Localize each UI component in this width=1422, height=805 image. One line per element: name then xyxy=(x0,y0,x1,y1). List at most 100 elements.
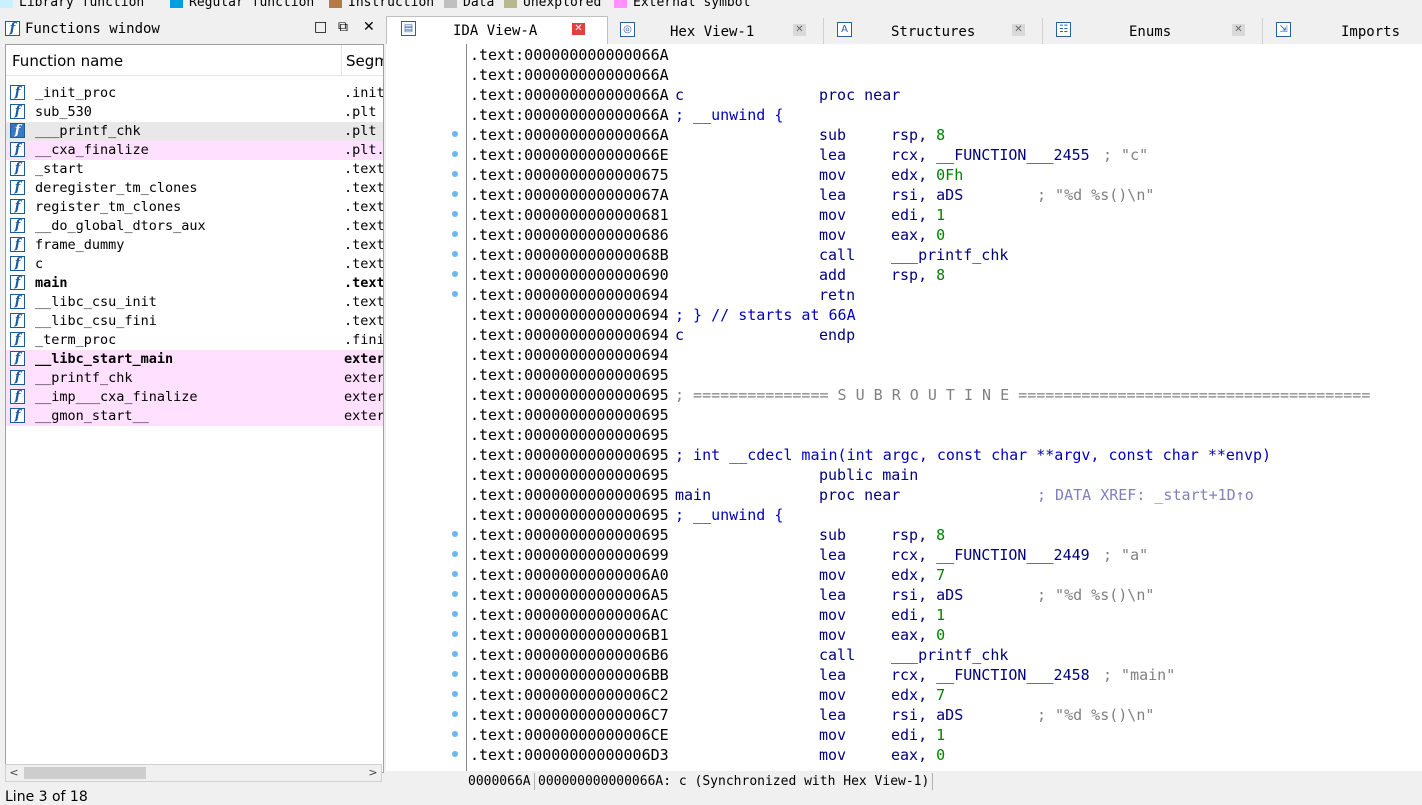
scroll-left-icon[interactable]: < xyxy=(6,765,22,781)
disassembly-line[interactable]: .text:0000000000000694 c endp xyxy=(470,324,1420,344)
tab-close-icon[interactable]: ✕ xyxy=(793,24,806,36)
disassembly-line[interactable]: .text:0000000000000695 ; __unwind { xyxy=(470,504,1420,524)
breakpoint-dot[interactable] xyxy=(452,731,458,737)
breakpoint-dot[interactable] xyxy=(452,631,458,637)
disassembly-line[interactable]: .text:000000000000066A xyxy=(470,64,1420,84)
disassembly-line[interactable]: .text:000000000000066E lea rcx, __FUNCTION… xyxy=(470,144,1420,164)
function-row[interactable]: f sub_530 .plt xyxy=(6,103,383,122)
disassembly-line[interactable]: .text:0000000000000694 retn xyxy=(470,284,1420,304)
breakpoint-dot[interactable] xyxy=(452,671,458,677)
column-header-segment[interactable]: Segm xyxy=(346,52,383,70)
tab-enums[interactable]: ☷ Enums ✕ xyxy=(1042,18,1263,44)
horizontal-scrollbar[interactable]: < > xyxy=(5,764,382,782)
breakpoint-dot[interactable] xyxy=(452,551,458,557)
function-row[interactable]: f __cxa_finalize .plt. xyxy=(6,141,383,160)
disassembly-line[interactable]: .text:0000000000000695 sub rsp, 8 xyxy=(470,524,1420,544)
function-row[interactable]: f __printf_chk exter xyxy=(6,369,383,388)
disassembly-line[interactable]: .text:00000000000006AC mov edi, 1 xyxy=(470,604,1420,624)
function-row[interactable]: f __do_global_dtors_aux .text xyxy=(6,217,383,236)
instruction-comment: ; "main" xyxy=(1103,666,1176,684)
function-row[interactable]: f __libc_csu_fini .text xyxy=(6,312,383,331)
restore-window-icon[interactable]: □ xyxy=(314,19,327,35)
disassembly-line[interactable]: .text:00000000000006B1 mov eax, 0 xyxy=(470,624,1420,644)
disassembly-line[interactable]: .text:00000000000006A5 lea rsi, aDS ; "%d %… xyxy=(470,584,1420,604)
disassembly-line[interactable]: .text:00000000000006A0 mov edx, 7 xyxy=(470,564,1420,584)
breakpoint-dot[interactable] xyxy=(452,751,458,757)
breakpoint-dot[interactable] xyxy=(452,171,458,177)
function-row[interactable]: f deregister_tm_clones .text xyxy=(6,179,383,198)
disassembly-line[interactable]: .text:0000000000000690 add rsp, 8 xyxy=(470,264,1420,284)
breakpoint-dot[interactable] xyxy=(452,251,458,257)
disassembly-line[interactable]: .text:00000000000006B6 call ___printf_chk xyxy=(470,644,1420,664)
breakpoint-dot[interactable] xyxy=(452,711,458,717)
close-window-icon[interactable]: ✕ xyxy=(363,19,375,35)
legend-swatch xyxy=(444,0,457,8)
function-row[interactable]: f frame_dummy .text xyxy=(6,236,383,255)
disassembly-line[interactable]: .text:0000000000000695 ; int __cdecl main… xyxy=(470,444,1420,464)
disassembly-line[interactable]: .text:0000000000000695 xyxy=(470,364,1420,384)
breakpoint-dot[interactable] xyxy=(452,211,458,217)
function-row[interactable]: f c .text xyxy=(6,255,383,274)
function-row[interactable]: f __imp___cxa_finalize exter xyxy=(6,388,383,407)
tab-hex-view-1[interactable]: ◎ Hex View-1 ✕ xyxy=(606,18,824,44)
disassembly-line[interactable]: .text:00000000000006C7 lea rsi, aDS ; "%d %… xyxy=(470,704,1420,724)
tab-close-icon[interactable]: ✕ xyxy=(1232,24,1245,36)
disassembly-line[interactable]: .text:0000000000000681 mov edi, 1 xyxy=(470,204,1420,224)
scrollbar-thumb[interactable] xyxy=(24,767,146,779)
breakpoint-dot[interactable] xyxy=(452,231,458,237)
function-row[interactable]: f _term_proc .fini xyxy=(6,331,383,350)
disassembly-line[interactable]: .text:0000000000000695 xyxy=(470,404,1420,424)
disassembly-listing[interactable]: .text:000000000000066A .text:000000000000… xyxy=(470,44,1420,764)
disassembly-line[interactable]: .text:000000000000066A ; __unwind { xyxy=(470,104,1420,124)
function-row[interactable]: f _init_proc .init xyxy=(6,84,383,103)
function-row[interactable]: f __libc_csu_init .text xyxy=(6,293,383,312)
disassembly-line[interactable]: .text:0000000000000695 xyxy=(470,424,1420,444)
functions-list[interactable]: Function name Segm f _init_proc .init f sub_… xyxy=(5,44,384,773)
disassembly-line[interactable]: .text:0000000000000695 main proc near ; DAT… xyxy=(470,484,1420,504)
disassembly-line[interactable]: .text:0000000000000694 ; } // starts at 6… xyxy=(470,304,1420,324)
tab-close-icon[interactable]: ✕ xyxy=(1012,24,1025,36)
disassembly-line[interactable]: .text:00000000000006C2 mov edx, 7 xyxy=(470,684,1420,704)
breakpoint-dot[interactable] xyxy=(452,591,458,597)
column-header-function-name[interactable]: Function name xyxy=(12,52,123,70)
function-rows: f _init_proc .init f sub_530 .plt f ___printf_c… xyxy=(6,84,383,426)
function-row[interactable]: f register_tm_clones .text xyxy=(6,198,383,217)
disassembly-line[interactable]: .text:000000000000068B call ___printf_chk xyxy=(470,244,1420,264)
disassembly-line[interactable]: .text:0000000000000699 lea rcx, __FUNCTION… xyxy=(470,544,1420,564)
disassembly-line[interactable]: .text:0000000000000695 ; =============== … xyxy=(470,384,1420,404)
disassembly-line[interactable]: .text:000000000000066A sub rsp, 8 xyxy=(470,124,1420,144)
disassembly-line[interactable]: .text:000000000000066A c proc near xyxy=(470,84,1420,104)
breakpoint-dot[interactable] xyxy=(452,531,458,537)
breakpoint-dot[interactable] xyxy=(452,571,458,577)
function-row[interactable]: f main .text xyxy=(6,274,383,293)
disassembly-line[interactable]: .text:000000000000066A xyxy=(470,44,1420,64)
disassembly-line[interactable]: .text:000000000000067A lea rsi, aDS ; "%d %… xyxy=(470,184,1420,204)
disassembly-line[interactable]: .text:0000000000000675 mov edx, 0Fh xyxy=(470,164,1420,184)
tab-imports[interactable]: ⇲ Imports xyxy=(1262,18,1422,44)
disassembly-line[interactable]: .text:0000000000000686 mov eax, 0 xyxy=(470,224,1420,244)
breakpoint-dot[interactable] xyxy=(452,131,458,137)
xref-comment[interactable]: ; DATA XREF: _start+1D↑o xyxy=(1037,484,1254,506)
disassembly-line[interactable]: .text:00000000000006D3 mov eax, 0 xyxy=(470,744,1420,764)
breakpoint-dot[interactable] xyxy=(452,611,458,617)
disassembly-line[interactable]: .text:0000000000000695 public main xyxy=(470,464,1420,484)
breakpoint-dot[interactable] xyxy=(452,191,458,197)
float-window-icon[interactable]: ⧉ xyxy=(338,19,348,35)
tab-structures[interactable]: A Structures ✕ xyxy=(823,18,1043,44)
breakpoint-dot[interactable] xyxy=(452,691,458,697)
breakpoint-dot[interactable] xyxy=(452,291,458,297)
ida-view-a[interactable]: .text:000000000000066A .text:000000000000… xyxy=(386,44,1422,771)
function-row[interactable]: f ___printf_chk .plt xyxy=(6,122,383,141)
tab-ida-view-a[interactable]: ▤ IDA View-A ✕ xyxy=(386,16,608,46)
function-row[interactable]: f _start .text xyxy=(6,160,383,179)
function-row[interactable]: f __gmon_start__ exter xyxy=(6,407,383,426)
disassembly-line[interactable]: .text:00000000000006BB lea rcx, __FUNCTION… xyxy=(470,664,1420,684)
function-row[interactable]: f __libc_start_main exter xyxy=(6,350,383,369)
breakpoint-dot[interactable] xyxy=(452,151,458,157)
breakpoint-dot[interactable] xyxy=(452,271,458,277)
disassembly-line[interactable]: .text:0000000000000694 xyxy=(470,344,1420,364)
tab-close-icon[interactable]: ✕ xyxy=(572,23,585,35)
scroll-right-icon[interactable]: > xyxy=(365,765,381,781)
disassembly-line[interactable]: .text:00000000000006CE mov edi, 1 xyxy=(470,724,1420,744)
breakpoint-dot[interactable] xyxy=(452,651,458,657)
